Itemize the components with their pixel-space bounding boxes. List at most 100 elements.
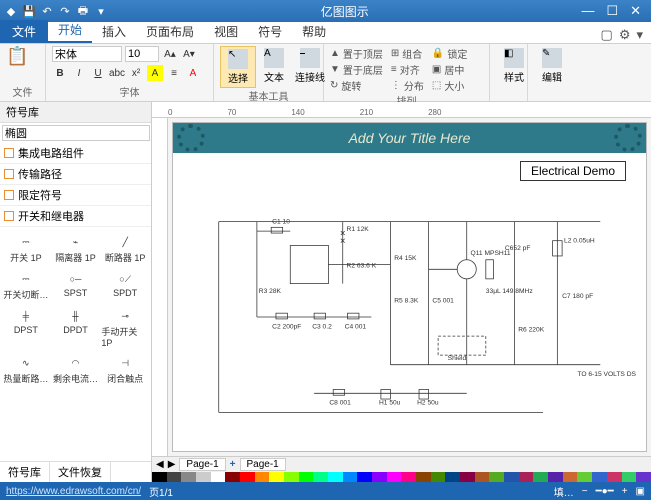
- lock-button[interactable]: 🔒锁定: [432, 46, 467, 61]
- color-swatch[interactable]: [533, 472, 548, 482]
- close-button[interactable]: ✕: [630, 3, 641, 19]
- color-swatch[interactable]: [372, 472, 387, 482]
- color-swatch[interactable]: [592, 472, 607, 482]
- shape-item[interactable]: ○⟋SPDT: [101, 268, 149, 303]
- next-page-icon[interactable]: ▶: [168, 459, 176, 470]
- page-tab-1[interactable]: Page-1: [179, 458, 225, 471]
- category-switch-relay[interactable]: 开关和继电器: [0, 206, 151, 227]
- save-icon[interactable]: 💾: [22, 4, 36, 18]
- color-swatch[interactable]: [343, 472, 358, 482]
- color-swatch[interactable]: [167, 472, 182, 482]
- color-swatch[interactable]: [622, 472, 637, 482]
- color-swatch[interactable]: [401, 472, 416, 482]
- color-swatch[interactable]: [563, 472, 578, 482]
- zoom-in-icon[interactable]: +: [622, 486, 628, 497]
- shape-item[interactable]: ◠剩余电流…: [52, 352, 100, 387]
- settings-icon[interactable]: ⚙: [619, 27, 631, 43]
- size-button[interactable]: ⬚ 大小: [432, 78, 467, 93]
- demo-label[interactable]: Electrical Demo: [520, 161, 626, 181]
- category-ic[interactable]: 集成电路组件: [0, 143, 151, 164]
- color-swatch[interactable]: [357, 472, 372, 482]
- increase-font-icon[interactable]: A▴: [162, 46, 178, 62]
- color-swatch[interactable]: [475, 472, 490, 482]
- color-swatch[interactable]: [152, 472, 167, 482]
- symbol-search-input[interactable]: [2, 125, 150, 141]
- color-swatch[interactable]: [519, 472, 534, 482]
- shape-item[interactable]: ⌁隔离器 1P: [52, 231, 100, 266]
- highlight-button[interactable]: A: [147, 65, 163, 81]
- shape-item[interactable]: ⊣闭合触点: [101, 352, 149, 387]
- bullets-button[interactable]: ≡: [166, 65, 182, 81]
- prev-page-icon[interactable]: ◀: [156, 459, 164, 470]
- print-icon[interactable]: 🖶: [76, 4, 90, 18]
- shape-item[interactable]: ∿热量断路…: [2, 352, 50, 387]
- color-swatch[interactable]: [181, 472, 196, 482]
- color-swatch[interactable]: [548, 472, 563, 482]
- color-swatch[interactable]: [445, 472, 460, 482]
- sidebar-tab-library[interactable]: 符号库: [0, 462, 50, 482]
- undo-icon[interactable]: ↶: [40, 4, 54, 18]
- color-swatch[interactable]: [299, 472, 314, 482]
- category-transmission[interactable]: 传输路径: [0, 164, 151, 185]
- select-tool[interactable]: ↖ 选择: [220, 46, 256, 88]
- shape-item[interactable]: ╪DPST: [2, 305, 50, 350]
- shape-item[interactable]: ╫DPDT: [52, 305, 100, 350]
- font-name-select[interactable]: [52, 46, 122, 62]
- color-swatch[interactable]: [636, 472, 651, 482]
- superscript-button[interactable]: x²: [128, 65, 144, 81]
- color-palette-bar[interactable]: [152, 472, 651, 482]
- collapse-ribbon-icon[interactable]: ▢: [601, 27, 613, 43]
- minimize-button[interactable]: —: [581, 3, 594, 19]
- add-page-button[interactable]: +: [230, 459, 236, 470]
- send-back-button[interactable]: ▼ 置于底层: [330, 62, 383, 77]
- page-title-text[interactable]: Add Your Title Here: [349, 130, 471, 146]
- category-qualifier[interactable]: 限定符号: [0, 185, 151, 206]
- italic-button[interactable]: I: [71, 65, 87, 81]
- color-swatch[interactable]: [489, 472, 504, 482]
- font-size-select[interactable]: [125, 46, 159, 62]
- center-button[interactable]: ▣ 居中: [432, 62, 467, 77]
- color-swatch[interactable]: [416, 472, 431, 482]
- color-swatch[interactable]: [225, 472, 240, 482]
- tab-symbol[interactable]: 符号: [248, 20, 292, 43]
- drawing-page[interactable]: Add Your Title Here Electrical Demo: [172, 122, 647, 452]
- bring-front-button[interactable]: ▲ 置于顶层: [330, 46, 383, 61]
- color-swatch[interactable]: [328, 472, 343, 482]
- shape-item[interactable]: ⎓开关 1P: [2, 231, 50, 266]
- tab-layout[interactable]: 页面布局: [136, 20, 204, 43]
- color-swatch[interactable]: [211, 472, 226, 482]
- more-icon[interactable]: ▾: [94, 4, 108, 18]
- distribute-button[interactable]: ⋮ 分布: [391, 78, 424, 93]
- maximize-button[interactable]: ☐: [606, 3, 618, 19]
- shape-item[interactable]: ○─SPST: [52, 268, 100, 303]
- tab-start[interactable]: 开始: [48, 18, 92, 43]
- color-swatch[interactable]: [313, 472, 328, 482]
- shape-item[interactable]: ⊸手动开关 1P: [101, 305, 149, 350]
- color-swatch[interactable]: [196, 472, 211, 482]
- align-button[interactable]: ≡ 对齐: [391, 62, 424, 77]
- tab-file[interactable]: 文件: [0, 20, 48, 43]
- color-swatch[interactable]: [460, 472, 475, 482]
- connector-tool[interactable]: ⎯ 连接线: [292, 46, 328, 88]
- style-button[interactable]: ◧ 样式: [496, 46, 532, 86]
- zoom-slider[interactable]: ━●━: [596, 486, 614, 497]
- page-tab-1b[interactable]: Page-1: [240, 458, 286, 471]
- strike-button[interactable]: abc: [109, 65, 125, 81]
- color-swatch[interactable]: [284, 472, 299, 482]
- color-swatch[interactable]: [269, 472, 284, 482]
- text-tool[interactable]: A 文本: [256, 46, 292, 88]
- decrease-font-icon[interactable]: A▾: [181, 46, 197, 62]
- color-swatch[interactable]: [431, 472, 446, 482]
- shape-item[interactable]: ╱断路器 1P: [101, 231, 149, 266]
- rotate-button[interactable]: ↻ 旋转: [330, 78, 383, 93]
- edit-button[interactable]: ✎ 编辑: [534, 46, 570, 86]
- underline-button[interactable]: U: [90, 65, 106, 81]
- dropdown-icon[interactable]: ▾: [636, 27, 643, 43]
- status-url-link[interactable]: https://www.edrawsoft.com/cn/: [6, 486, 141, 497]
- tab-insert[interactable]: 插入: [92, 20, 136, 43]
- bold-button[interactable]: B: [52, 65, 68, 81]
- color-swatch[interactable]: [577, 472, 592, 482]
- circuit-diagram[interactable]: C1 10 R1 12K R2 63.6 K R3 28K C2 200pF C…: [183, 193, 636, 441]
- color-swatch[interactable]: [504, 472, 519, 482]
- group-button[interactable]: ⊞ 组合: [391, 46, 424, 61]
